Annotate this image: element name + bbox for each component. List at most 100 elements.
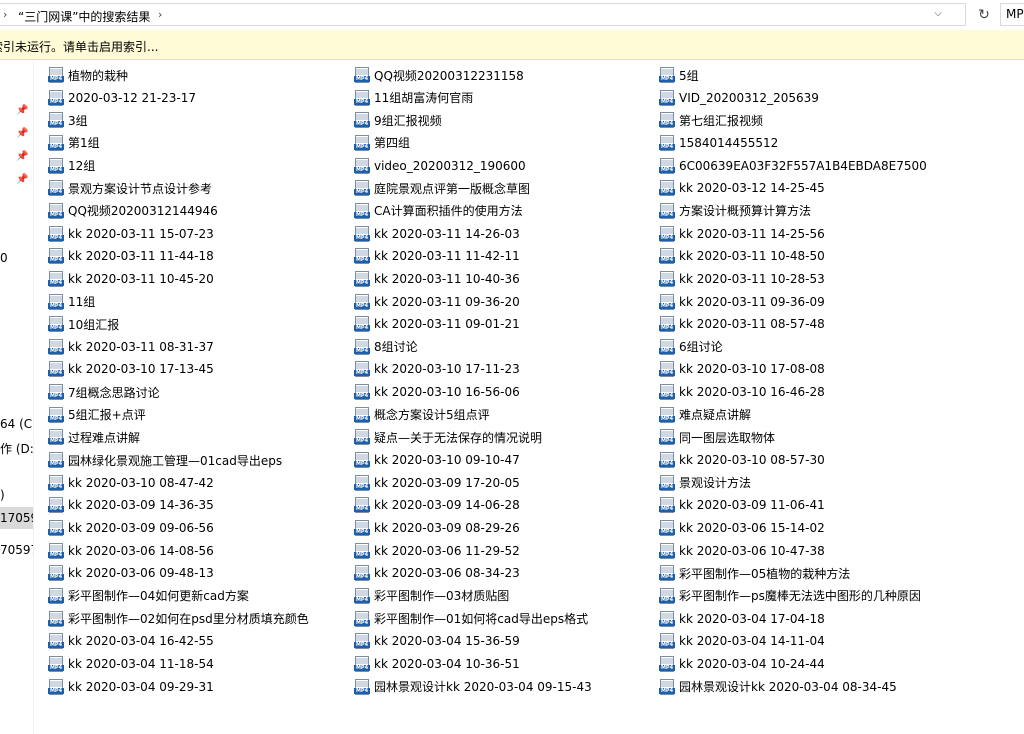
- chevron-right-icon[interactable]: ›: [3, 8, 7, 21]
- file-item[interactable]: MP4 同一图层选取物体: [659, 426, 775, 448]
- nav-item-selected-label[interactable]: 17059: [0, 511, 33, 525]
- file-item[interactable]: MP4 8组讨论: [354, 336, 418, 358]
- file-item[interactable]: MP4 kk 2020-03-11 08-57-48: [659, 313, 825, 335]
- file-item[interactable]: MP4 kk 2020-03-11 09-36-20: [354, 291, 520, 313]
- file-item[interactable]: MP4 11组胡富涛何官雨: [354, 87, 473, 109]
- file-item[interactable]: MP4 kk 2020-03-11 09-01-21: [354, 313, 520, 335]
- file-item[interactable]: MP4 10组汇报: [48, 313, 119, 335]
- file-item[interactable]: MP4 kk 2020-03-10 17-11-23: [354, 358, 520, 380]
- address-box[interactable]: › “三门网课”中的搜索结果 › ⌵: [0, 3, 966, 26]
- file-item[interactable]: MP4 植物的栽种: [48, 64, 128, 86]
- file-item[interactable]: MP4 彩平图制作—02如何在psd里分材质填充颜色: [48, 608, 309, 630]
- file-item[interactable]: MP4 疑点—关于无法保存的情况说明: [354, 426, 542, 448]
- file-item[interactable]: MP4 彩平图制作—ps魔棒无法选中图形的几种原因: [659, 585, 921, 607]
- file-item[interactable]: MP4 庭院景观点评第一版概念草图: [354, 177, 530, 199]
- file-item[interactable]: MP4 kk 2020-03-06 11-29-52: [354, 540, 520, 562]
- file-item[interactable]: MP4 kk 2020-03-11 10-48-50: [659, 245, 825, 267]
- nav-item-drive-d[interactable]: 作 (D:): [0, 440, 33, 457]
- search-value[interactable]: MP: [1006, 7, 1024, 21]
- file-item[interactable]: MP4 kk 2020-03-09 09-06-56: [48, 517, 214, 539]
- file-item[interactable]: MP4 kk 2020-03-11 15-07-23: [48, 223, 214, 245]
- file-item[interactable]: MP4 kk 2020-03-04 10-24-44: [659, 653, 825, 675]
- nav-item[interactable]: 0: [0, 251, 8, 265]
- file-item[interactable]: MP4 第七组汇报视频: [659, 109, 763, 131]
- file-item[interactable]: MP4 12组: [48, 155, 95, 177]
- file-item[interactable]: MP4 kk 2020-03-06 14-08-56: [48, 540, 214, 562]
- file-item[interactable]: MP4 kk 2020-03-11 10-45-20: [48, 268, 214, 290]
- file-item[interactable]: MP4 kk 2020-03-04 16-42-55: [48, 630, 214, 652]
- file-item[interactable]: MP4 5组汇报+点评: [48, 404, 146, 426]
- file-item[interactable]: MP4 kk 2020-03-04 17-04-18: [659, 608, 825, 630]
- file-item[interactable]: MP4 9组汇报视频: [354, 109, 442, 131]
- file-item[interactable]: MP4 kk 2020-03-11 10-28-53: [659, 268, 825, 290]
- file-item[interactable]: MP4 kk 2020-03-11 14-25-56: [659, 223, 825, 245]
- file-item[interactable]: MP4 6C00639EA03F32F557A1B4EBDA8E7500: [659, 155, 927, 177]
- file-item[interactable]: MP4 彩平图制作—05植物的栽种方法: [659, 562, 850, 584]
- file-item[interactable]: MP4 第1组: [48, 132, 100, 154]
- chevron-right-icon[interactable]: ›: [158, 8, 162, 21]
- file-item[interactable]: MP4 kk 2020-03-04 15-36-59: [354, 630, 520, 652]
- file-item[interactable]: MP4 kk 2020-03-06 15-14-02: [659, 517, 825, 539]
- index-info-bar[interactable]: 索引未运行。请单击启用索引...: [0, 30, 1024, 60]
- file-item[interactable]: MP4 kk 2020-03-12 14-25-45: [659, 177, 825, 199]
- file-item[interactable]: MP4 景观设计方法: [659, 472, 751, 494]
- file-item[interactable]: MP4 kk 2020-03-10 09-10-47: [354, 449, 520, 471]
- file-item[interactable]: MP4 VID_20200312_205639: [659, 87, 819, 109]
- file-item[interactable]: MP4 kk 2020-03-06 10-47-38: [659, 540, 825, 562]
- file-item[interactable]: MP4 第四组: [354, 132, 410, 154]
- file-item[interactable]: MP4 kk 2020-03-10 17-08-08: [659, 358, 825, 380]
- file-item[interactable]: MP4 QQ视频20200312144946: [48, 200, 218, 222]
- file-item[interactable]: MP4 kk 2020-03-10 16-56-06: [354, 381, 520, 403]
- file-item[interactable]: MP4 7组概念思路讨论: [48, 381, 160, 403]
- file-item[interactable]: MP4 kk 2020-03-11 09-36-09: [659, 291, 825, 313]
- file-item[interactable]: MP4 kk 2020-03-09 14-06-28: [354, 494, 520, 516]
- file-item[interactable]: MP4 kk 2020-03-11 10-40-36: [354, 268, 520, 290]
- file-item[interactable]: MP4 kk 2020-03-09 11-06-41: [659, 494, 825, 516]
- file-item[interactable]: MP4 彩平图制作—01如何将cad导出eps格式: [354, 608, 588, 630]
- file-item[interactable]: MP4 kk 2020-03-11 08-31-37: [48, 336, 214, 358]
- file-item[interactable]: MP4 彩平图制作—04如何更新cad方案: [48, 585, 249, 607]
- file-item[interactable]: MP4 5组: [659, 64, 699, 86]
- file-item[interactable]: MP4 kk 2020-03-09 08-29-26: [354, 517, 520, 539]
- file-item[interactable]: MP4 kk 2020-03-11 11-44-18: [48, 245, 214, 267]
- file-item[interactable]: MP4 kk 2020-03-09 17-20-05: [354, 472, 520, 494]
- file-item[interactable]: MP4 video_20200312_190600: [354, 155, 526, 177]
- file-item[interactable]: MP4 过程难点讲解: [48, 426, 140, 448]
- file-item[interactable]: MP4 kk 2020-03-11 11-42-11: [354, 245, 520, 267]
- file-item[interactable]: MP4 景观方案设计节点设计参考: [48, 177, 212, 199]
- file-item[interactable]: MP4 方案设计概预算计算方法: [659, 200, 811, 222]
- search-input[interactable]: MP: [1000, 3, 1024, 26]
- file-item[interactable]: MP4 园林景观设计kk 2020-03-04 09-15-43: [354, 676, 592, 698]
- file-item[interactable]: MP4 11组: [48, 291, 95, 313]
- chevron-down-icon[interactable]: ⌵: [930, 8, 946, 19]
- file-item[interactable]: MP4 概念方案设计5组点评: [354, 404, 490, 426]
- file-item[interactable]: MP4 kk 2020-03-10 17-13-45: [48, 358, 214, 380]
- file-item[interactable]: MP4 QQ视频20200312231158: [354, 64, 524, 86]
- file-item[interactable]: MP4 6组讨论: [659, 336, 723, 358]
- info-message[interactable]: 索引未运行。请单击启用索引...: [0, 38, 158, 55]
- file-item[interactable]: MP4 园林绿化景观施工管理—01cad导出eps: [48, 449, 282, 471]
- file-item[interactable]: MP4 kk 2020-03-09 14-36-35: [48, 494, 214, 516]
- nav-item[interactable]: 70597: [0, 543, 33, 557]
- file-item[interactable]: MP4 2020-03-12 21-23-17: [48, 87, 196, 109]
- file-item[interactable]: MP4 kk 2020-03-06 09-48-13: [48, 562, 214, 584]
- file-item[interactable]: MP4 1584014455512: [659, 132, 778, 154]
- file-item[interactable]: MP4 kk 2020-03-10 08-47-42: [48, 472, 214, 494]
- breadcrumb[interactable]: “三门网课”中的搜索结果: [18, 8, 150, 25]
- file-item[interactable]: MP4 kk 2020-03-04 10-36-51: [354, 653, 520, 675]
- file-item[interactable]: MP4 彩平图制作—03材质贴图: [354, 585, 509, 607]
- file-item[interactable]: MP4 kk 2020-03-06 08-34-23: [354, 562, 520, 584]
- file-item[interactable]: MP4 园林景观设计kk 2020-03-04 08-34-45: [659, 676, 897, 698]
- refresh-icon[interactable]: ↻: [974, 5, 994, 25]
- file-item[interactable]: MP4 kk 2020-03-04 11-18-54: [48, 653, 214, 675]
- file-item[interactable]: MP4 3组: [48, 109, 88, 131]
- file-item[interactable]: MP4 CA计算面积插件的使用方法: [354, 200, 523, 222]
- file-item[interactable]: MP4 kk 2020-03-11 14-26-03: [354, 223, 520, 245]
- nav-item[interactable]: ): [0, 488, 5, 502]
- file-item[interactable]: MP4 kk 2020-03-04 14-11-04: [659, 630, 825, 652]
- file-item[interactable]: MP4 kk 2020-03-10 08-57-30: [659, 449, 825, 471]
- file-item[interactable]: MP4 kk 2020-03-04 09-29-31: [48, 676, 214, 698]
- file-item[interactable]: MP4 kk 2020-03-10 16-46-28: [659, 381, 825, 403]
- file-item[interactable]: MP4 难点疑点讲解: [659, 404, 751, 426]
- nav-item-drive-c[interactable]: 64 (C: [0, 417, 32, 431]
